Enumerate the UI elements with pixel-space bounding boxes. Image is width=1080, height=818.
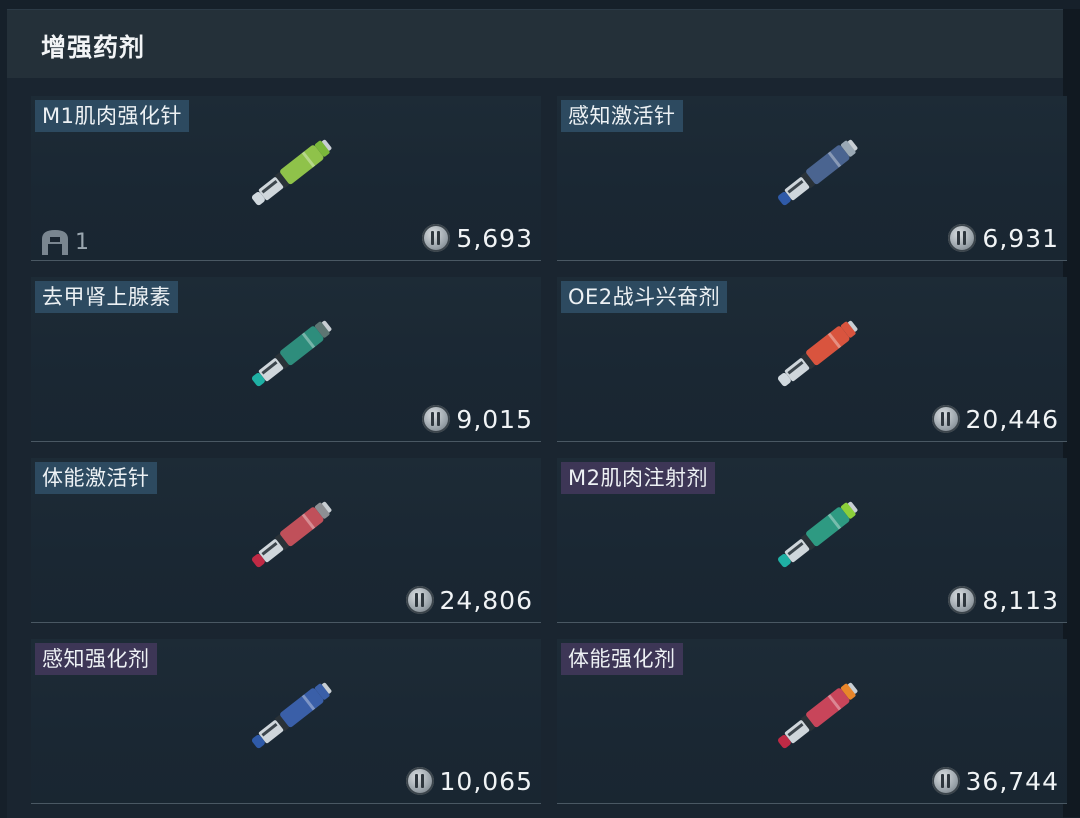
card-corner-tick	[31, 260, 37, 261]
card-corner-tick	[535, 441, 541, 442]
card-corner-tick	[557, 622, 563, 623]
price-value: 8,113	[982, 585, 1059, 615]
price: 10,065	[405, 764, 533, 798]
coin-icon	[931, 405, 960, 433]
card-corner-tick	[557, 441, 563, 442]
item-card[interactable]: 感知激活针 6,931	[557, 96, 1067, 261]
card-corner-tick	[557, 803, 563, 804]
syringe-part	[280, 688, 324, 728]
coin-icon	[948, 224, 977, 252]
item-name: 去甲肾上腺素	[35, 281, 178, 313]
helmet-icon	[42, 230, 68, 255]
price: 20,446	[931, 402, 1059, 436]
card-corner-tick	[31, 803, 37, 804]
coin-icon	[405, 767, 434, 795]
price-value: 20,446	[965, 404, 1059, 434]
item-name: 体能强化剂	[561, 643, 683, 675]
card-corner-tick	[557, 260, 563, 261]
price: 8,113	[948, 583, 1059, 617]
item-card[interactable]: OE2战斗兴奋剂 20,446	[557, 277, 1067, 442]
syringe-icon	[251, 501, 332, 568]
item-name: M1肌肉强化针	[35, 100, 189, 132]
item-card[interactable]: 去甲肾上腺素 9,015	[31, 277, 541, 442]
price: 5,693	[422, 221, 533, 255]
syringe-part	[806, 688, 850, 728]
syringe-part	[280, 326, 324, 366]
card-corner-tick	[535, 803, 541, 804]
item-card[interactable]: M1肌肉强化针 1 5,693	[31, 96, 541, 261]
card-corner-tick	[31, 622, 37, 623]
syringe-icon	[251, 682, 332, 749]
syringe-icon	[251, 139, 332, 206]
card-corner-tick	[1061, 803, 1067, 804]
item-name: 体能激活针	[35, 462, 157, 494]
card-corner-tick	[535, 260, 541, 261]
syringe-part	[806, 507, 850, 547]
item-card[interactable]: 体能激活针 24,806	[31, 458, 541, 623]
price: 9,015	[422, 402, 533, 436]
price-value: 24,806	[439, 585, 533, 615]
syringe-icon	[777, 501, 858, 568]
stock-count: 1	[75, 229, 89, 255]
card-corner-tick	[31, 441, 37, 442]
coin-icon	[931, 767, 960, 795]
price: 24,806	[405, 583, 533, 617]
syringe-icon	[777, 139, 858, 206]
item-name: M2肌肉注射剂	[561, 462, 715, 494]
price: 36,744	[931, 764, 1059, 798]
coin-icon	[405, 586, 434, 614]
category-title: 增强药剂	[41, 33, 146, 62]
card-corner-tick	[535, 622, 541, 623]
item-card[interactable]: 感知强化剂 10,065	[31, 639, 541, 804]
card-corner-tick	[1061, 441, 1067, 442]
price: 6,931	[948, 221, 1059, 255]
item-name: OE2战斗兴奋剂	[561, 281, 728, 313]
coin-icon	[948, 586, 977, 614]
syringe-part	[806, 326, 850, 366]
price-value: 9,015	[456, 404, 533, 434]
stock-indicator: 1	[39, 227, 89, 257]
syringe-icon	[777, 320, 858, 387]
item-name: 感知激活针	[561, 100, 683, 132]
item-name: 感知强化剂	[35, 643, 157, 675]
category-header: 增强药剂	[7, 10, 1063, 78]
item-card[interactable]: 体能强化剂 36,744	[557, 639, 1067, 804]
syringe-part	[280, 145, 324, 185]
syringe-part	[280, 507, 324, 547]
card-corner-tick	[1061, 622, 1067, 623]
price-value: 5,693	[456, 223, 533, 253]
coin-icon	[422, 405, 451, 433]
syringe-icon	[251, 320, 332, 387]
price-value: 36,744	[965, 766, 1059, 796]
item-card[interactable]: M2肌肉注射剂 8,113	[557, 458, 1067, 623]
syringe-icon	[777, 682, 858, 749]
card-corner-tick	[1061, 260, 1067, 261]
price-value: 10,065	[439, 766, 533, 796]
coin-icon	[422, 224, 451, 252]
syringe-part	[806, 145, 850, 185]
price-value: 6,931	[982, 223, 1059, 253]
